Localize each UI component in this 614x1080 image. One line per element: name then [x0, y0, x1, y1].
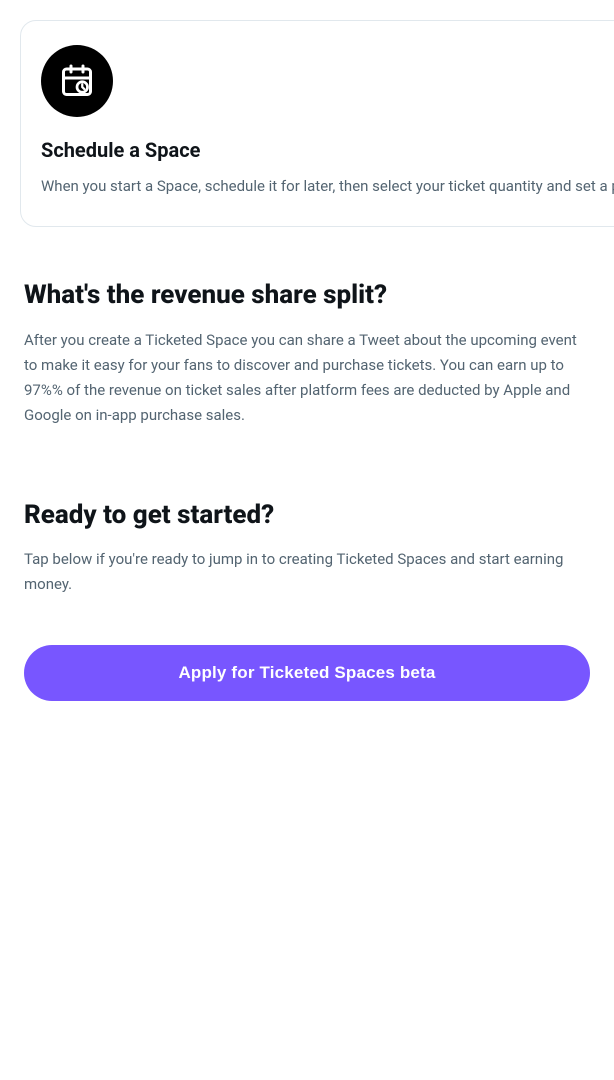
revenue-title: What's the revenue share split? — [24, 279, 590, 313]
apply-button[interactable]: Apply for Ticketed Spaces beta — [24, 645, 590, 701]
schedule-card: Schedule a Space When you start a Space,… — [20, 20, 614, 227]
revenue-body: After you create a Ticketed Space you ca… — [24, 328, 590, 427]
cards-row: Schedule a Space When you start a Space,… — [0, 0, 614, 247]
cta-desc: Tap below if you're ready to jump in to … — [24, 547, 590, 597]
cta-title: Ready to get started? — [24, 499, 590, 533]
button-area: Apply for Ticketed Spaces beta — [0, 597, 614, 741]
schedule-card-icon — [41, 45, 113, 117]
calendar-clock-icon — [59, 63, 95, 99]
schedule-card-title: Schedule a Space — [41, 137, 614, 163]
revenue-section: What's the revenue share split? After yo… — [0, 247, 614, 428]
cta-section: Ready to get started? Tap below if you'r… — [0, 463, 614, 596]
schedule-card-desc: When you start a Space, schedule it for … — [41, 175, 614, 198]
